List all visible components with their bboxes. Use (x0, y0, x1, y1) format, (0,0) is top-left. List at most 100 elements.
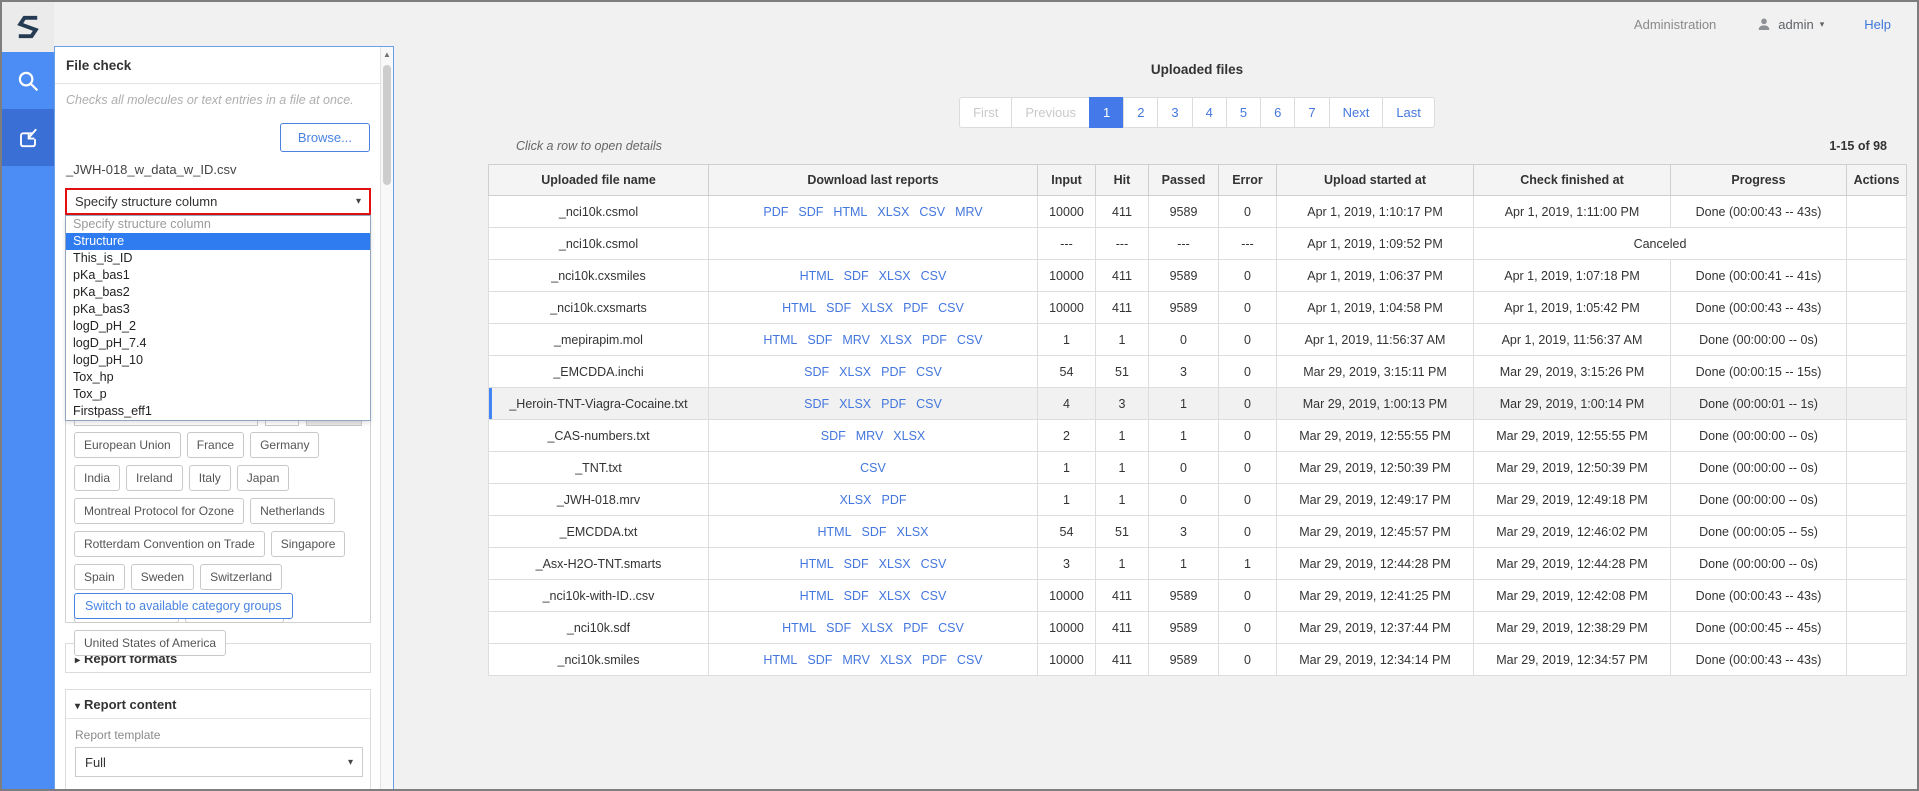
report-link-mrv[interactable]: MRV (955, 205, 983, 219)
page-6[interactable]: 6 (1260, 97, 1295, 128)
report-link-pdf[interactable]: PDF (903, 301, 928, 315)
report-content-header[interactable]: ▾Report content (66, 690, 370, 719)
category-button-european-union[interactable]: European Union (74, 432, 181, 458)
report-link-html[interactable]: HTML (763, 333, 797, 347)
administration-link[interactable]: Administration (1634, 17, 1716, 32)
page-last[interactable]: Last (1382, 97, 1435, 128)
category-button-spain[interactable]: Spain (74, 564, 125, 590)
report-link-sdf[interactable]: SDF (844, 589, 869, 603)
report-link-xlsx[interactable]: XLSX (839, 365, 871, 379)
report-link-csv[interactable]: CSV (957, 333, 983, 347)
structure-option-structure[interactable]: Structure (66, 233, 370, 250)
report-link-xlsx[interactable]: XLSX (879, 269, 911, 283)
structure-option-pka-bas2[interactable]: pKa_bas2 (66, 284, 370, 301)
table-row-heroin-tnt-viagra-cocaine-txt[interactable]: _Heroin-TNT-Viagra-Cocaine.txtSDFXLSXPDF… (489, 388, 1907, 420)
structure-option-pka-bas3[interactable]: pKa_bas3 (66, 301, 370, 318)
report-link-sdf[interactable]: SDF (862, 525, 887, 539)
report-link-pdf[interactable]: PDF (922, 653, 947, 667)
page-4[interactable]: 4 (1192, 97, 1227, 128)
report-link-csv[interactable]: CSV (938, 301, 964, 315)
report-link-xlsx[interactable]: XLSX (879, 557, 911, 571)
report-link-sdf[interactable]: SDF (807, 653, 832, 667)
report-link-sdf[interactable]: SDF (821, 429, 846, 443)
report-link-html[interactable]: HTML (833, 205, 867, 219)
report-link-sdf[interactable]: SDF (804, 397, 829, 411)
report-link-csv[interactable]: CSV (916, 365, 942, 379)
report-link-xlsx[interactable]: XLSX (861, 301, 893, 315)
report-link-csv[interactable]: CSV (921, 269, 947, 283)
table-row-mepirapim-mol[interactable]: _mepirapim.molHTMLSDFMRVXLSXPDFCSV1100Ap… (489, 324, 1907, 356)
structure-option-tox-p[interactable]: Tox_p (66, 386, 370, 403)
panel-scrollbar[interactable]: ▲ (380, 47, 393, 791)
report-template-select[interactable]: Full ▾ (75, 747, 363, 777)
report-link-xlsx[interactable]: XLSX (880, 653, 912, 667)
report-link-sdf[interactable]: SDF (826, 301, 851, 315)
table-row-jwh-018-mrv[interactable]: _JWH-018.mrvXLSXPDF1100Mar 29, 2019, 12:… (489, 484, 1907, 516)
report-link-html[interactable]: HTML (800, 269, 834, 283)
structure-option-logd-ph-10[interactable]: logD_pH_10 (66, 352, 370, 369)
switch-category-groups-button[interactable]: Switch to available category groups (74, 593, 293, 619)
report-link-sdf[interactable]: SDF (798, 205, 823, 219)
report-link-html[interactable]: HTML (800, 557, 834, 571)
structure-option-firstpass-eff1[interactable]: Firstpass_eff1 (66, 403, 370, 420)
category-button-france[interactable]: France (187, 432, 244, 458)
category-button-india[interactable]: India (74, 465, 120, 491)
page-5[interactable]: 5 (1226, 97, 1261, 128)
table-row-tnt-txt[interactable]: _TNT.txtCSV1100Mar 29, 2019, 12:50:39 PM… (489, 452, 1907, 484)
table-row-nci10k-csmol[interactable]: _nci10k.csmol------------Apr 1, 2019, 1:… (489, 228, 1907, 260)
category-button-ireland[interactable]: Ireland (126, 465, 183, 491)
structure-option-logd-ph-2[interactable]: logD_pH_2 (66, 318, 370, 335)
page-2[interactable]: 2 (1123, 97, 1158, 128)
report-link-csv[interactable]: CSV (921, 557, 947, 571)
report-link-pdf[interactable]: PDF (881, 397, 906, 411)
category-button-italy[interactable]: Italy (189, 465, 231, 491)
report-link-pdf[interactable]: PDF (922, 333, 947, 347)
report-link-csv[interactable]: CSV (921, 589, 947, 603)
structure-option-tox-hp[interactable]: Tox_hp (66, 369, 370, 386)
table-row-nci10k-csmol[interactable]: _nci10k.csmolPDFSDFHTMLXLSXCSVMRV1000041… (489, 196, 1907, 228)
table-row-nci10k-sdf[interactable]: _nci10k.sdfHTMLSDFXLSXPDFCSV100004119589… (489, 612, 1907, 644)
search-icon[interactable] (2, 52, 54, 109)
page-3[interactable]: 3 (1157, 97, 1192, 128)
structure-option-this-is-id[interactable]: This_is_ID (66, 250, 370, 267)
category-button-germany[interactable]: Germany (250, 432, 319, 458)
help-link[interactable]: Help (1864, 17, 1891, 32)
user-menu[interactable]: admin ▾ (1756, 16, 1824, 32)
browse-button[interactable]: Browse... (280, 123, 370, 152)
report-link-csv[interactable]: CSV (957, 653, 983, 667)
report-link-mrv[interactable]: MRV (842, 653, 870, 667)
report-link-xlsx[interactable]: XLSX (861, 621, 893, 635)
report-link-xlsx[interactable]: XLSX (839, 397, 871, 411)
report-link-xlsx[interactable]: XLSX (893, 429, 925, 443)
report-link-csv[interactable]: CSV (919, 205, 945, 219)
category-button-netherlands[interactable]: Netherlands (250, 498, 335, 524)
report-link-html[interactable]: HTML (818, 525, 852, 539)
table-row-asx-h2o-tnt-smarts[interactable]: _Asx-H2O-TNT.smartsHTMLSDFXLSXCSV3111Mar… (489, 548, 1907, 580)
report-link-pdf[interactable]: PDF (763, 205, 788, 219)
table-row-nci10k-with-id-csv[interactable]: _nci10k-with-ID..csvHTMLSDFXLSXCSV100004… (489, 580, 1907, 612)
structure-option-logd-ph-7-4[interactable]: logD_pH_7.4 (66, 335, 370, 352)
report-link-mrv[interactable]: MRV (856, 429, 884, 443)
report-link-pdf[interactable]: PDF (881, 365, 906, 379)
report-link-pdf[interactable]: PDF (881, 493, 906, 507)
page-7[interactable]: 7 (1294, 97, 1329, 128)
report-link-xlsx[interactable]: XLSX (879, 589, 911, 603)
page-1[interactable]: 1 (1089, 97, 1124, 128)
report-link-sdf[interactable]: SDF (804, 365, 829, 379)
category-button-montreal-protocol-for-ozone[interactable]: Montreal Protocol for Ozone (74, 498, 244, 524)
category-button-united-states-of-america[interactable]: United States of America (74, 630, 226, 656)
table-row-emcdda-txt[interactable]: _EMCDDA.txtHTMLSDFXLSX545130Mar 29, 2019… (489, 516, 1907, 548)
report-link-csv[interactable]: CSV (860, 461, 886, 475)
table-row-cas-numbers-txt[interactable]: _CAS-numbers.txtSDFMRVXLSX2110Mar 29, 20… (489, 420, 1907, 452)
report-link-html[interactable]: HTML (763, 653, 797, 667)
report-link-csv[interactable]: CSV (938, 621, 964, 635)
file-check-icon[interactable] (2, 109, 54, 166)
report-link-csv[interactable]: CSV (916, 397, 942, 411)
scroll-up-icon[interactable]: ▲ (381, 47, 393, 59)
category-button-sweden[interactable]: Sweden (131, 564, 194, 590)
structure-column-select[interactable]: Specify structure column ▾ (65, 188, 371, 215)
report-link-html[interactable]: HTML (782, 301, 816, 315)
scrollbar-thumb[interactable] (383, 65, 391, 185)
structure-option-pka-bas1[interactable]: pKa_bas1 (66, 267, 370, 284)
structure-option-specify-structure-column[interactable]: Specify structure column (66, 216, 370, 233)
